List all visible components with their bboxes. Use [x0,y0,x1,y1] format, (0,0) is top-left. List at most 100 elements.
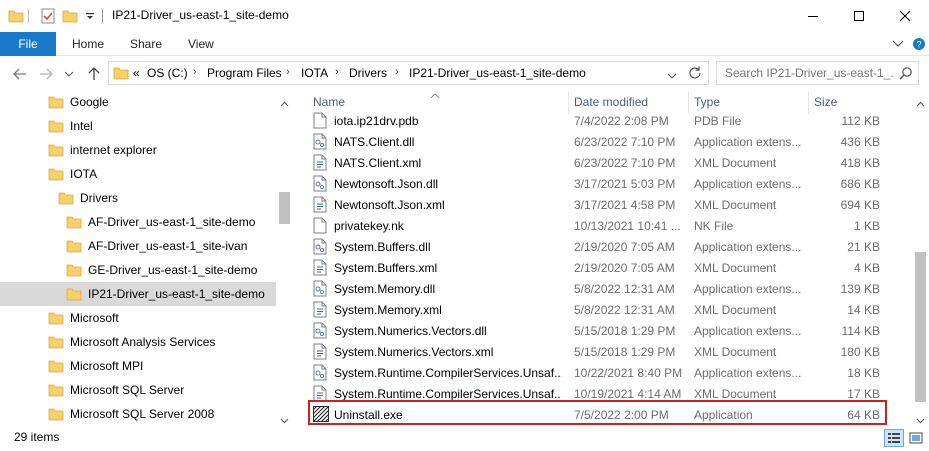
back-button[interactable] [10,64,30,84]
search-box[interactable] [716,61,919,85]
search-input[interactable] [725,65,895,81]
dll-icon [313,364,327,381]
details-view-icon [888,433,900,443]
properties-icon[interactable] [40,8,56,24]
folder-icon [48,334,64,353]
file-date-modified: 6/23/2022 7:10 PM [574,156,676,170]
large-icons-view-button[interactable] [906,429,926,447]
breadcrumb-separator-icon[interactable]: › [335,66,339,78]
nav-item[interactable]: Microsoft [0,306,276,330]
file-date-modified: 10/22/2021 8:40 PM [574,366,683,380]
nav-item[interactable]: internet explorer [0,138,276,162]
file-date-modified: 5/15/2018 1:29 PM [574,324,676,338]
nav-item[interactable]: Drivers [0,186,276,210]
file-row[interactable]: System.Buffers.dll 2/19/2020 7:05 AM Appli… [300,236,912,257]
new-folder-icon[interactable] [62,8,78,24]
nav-item[interactable]: IP21-Driver_us-east-1_site-demo [0,282,276,306]
file-row[interactable]: System.Numerics.Vectors.xml 5/15/2018 1:2… [300,341,912,362]
nav-item[interactable]: Microsoft SQL Server [0,378,276,402]
help-icon[interactable]: ? [911,36,927,52]
file-size: 418 KB [840,156,880,170]
file-type: Application extens... [694,240,802,254]
folder-icon[interactable] [8,8,24,24]
column-header-date[interactable]: Date modified [574,95,648,109]
nav-item[interactable]: AF-Driver_us-east-1_site-demo [0,210,276,234]
nav-item[interactable]: IOTA [0,162,276,186]
breadcrumb-os-c[interactable]: OS (C:) [147,66,188,80]
file-row[interactable]: System.Runtime.CompilerServices.Unsaf...… [300,362,912,383]
file-name: System.Numerics.Vectors.dll [334,324,487,338]
recent-locations-button[interactable] [62,64,76,84]
file-date-modified: 3/17/2021 4:58 PM [574,198,676,212]
details-view-button[interactable] [884,429,904,447]
chevron-down-icon [64,71,74,77]
file-row[interactable]: NATS.Client.dll 6/23/2022 7:10 PM Applicat… [300,131,912,152]
tab-file[interactable]: File [0,32,56,56]
maximize-button[interactable] [836,0,882,32]
breadcrumb-current-folder[interactable]: IP21-Driver_us-east-1_site-demo [409,66,586,80]
scroll-up-icon[interactable] [916,96,925,110]
file-type: XML Document [694,261,777,275]
nav-item[interactable]: Microsoft MPI [0,354,276,378]
column-header-name[interactable]: Name [313,95,345,109]
file-date-modified: 5/8/2022 12:31 AM [574,303,675,317]
breadcrumb-program-files[interactable]: Program Files [207,66,282,80]
nav-item[interactable]: Microsoft SQL Server 2008 [0,402,276,425]
nav-item[interactable]: Google [0,92,276,114]
file-row[interactable]: System.Memory.xml 5/8/2022 12:31 AM XML Do… [300,299,912,320]
scrollbar-thumb[interactable] [915,252,926,402]
forward-button[interactable] [36,64,56,84]
nav-item[interactable]: Intel [0,114,276,138]
file-row[interactable]: Newtonsoft.Json.xml 3/17/2021 4:58 PM XML … [300,194,912,215]
expand-ribbon-icon[interactable] [890,36,906,52]
file-list-scrollbar[interactable] [912,92,929,425]
breadcrumb-separator-icon[interactable]: › [286,66,290,78]
minimize-button[interactable] [790,0,836,32]
refresh-icon[interactable] [687,65,703,84]
file-type: XML Document [694,198,777,212]
breadcrumb-separator-icon[interactable]: › [395,66,399,78]
tab-share[interactable]: Share [130,32,162,56]
breadcrumb-separator-icon[interactable]: › [193,66,197,78]
status-bar: 29 items [0,425,929,451]
close-button[interactable] [882,0,928,32]
folder-icon [48,142,64,161]
folder-icon [48,358,64,377]
breadcrumb-drivers[interactable]: Drivers [349,66,387,80]
search-icon[interactable] [899,66,913,83]
file-row[interactable]: NATS.Client.xml 6/23/2022 7:10 PM XML Docu… [300,152,912,173]
nav-item-label: GE-Driver_us-east-1_site-demo [88,263,258,277]
file-size: 4 KB [853,261,880,275]
file-row[interactable]: System.Buffers.xml 2/19/2020 7:05 AM XML D… [300,257,912,278]
file-icon [313,217,327,234]
file-row[interactable]: iota.ip21drv.pdb 7/4/2022 2:08 PM PDB File… [300,110,912,131]
customize-toolbar-icon[interactable] [84,8,96,24]
minimize-icon [808,16,818,17]
breadcrumb-overflow[interactable]: « [133,66,140,80]
nav-item[interactable]: GE-Driver_us-east-1_site-demo [0,258,276,282]
column-header-size[interactable]: Size [814,95,837,109]
address-bar[interactable]: « OS (C:) › Program Files › IOTA › Drive… [108,61,709,85]
scrollbar-thumb[interactable] [279,192,290,224]
file-row[interactable]: System.Numerics.Vectors.dll 5/15/2018 1:2… [300,320,912,341]
scroll-up-icon[interactable] [280,96,289,110]
file-row[interactable]: Newtonsoft.Json.dll 3/17/2021 5:03 PM Appl… [300,173,912,194]
nav-item[interactable]: AF-Driver_us-east-1_site-ivan [0,234,276,258]
file-row[interactable]: privatekey.nk 10/13/2021 10:41 ... NK File… [300,215,912,236]
navigation-pane-scrollbar[interactable] [276,92,293,425]
column-header-type[interactable]: Type [694,95,720,109]
folder-icon [48,166,64,185]
large-icons-view-icon [909,432,923,444]
file-size: 139 KB [840,282,880,296]
tab-view[interactable]: View [188,32,214,56]
nav-item[interactable]: Microsoft Analysis Services [0,330,276,354]
file-size: 436 KB [840,135,880,149]
address-history-icon[interactable] [667,69,677,83]
file-row[interactable]: System.Memory.dll 5/8/2022 12:31 AM Applic… [300,278,912,299]
up-button[interactable] [84,64,104,84]
tab-home[interactable]: Home [72,32,104,56]
breadcrumb-iota[interactable]: IOTA [301,66,328,80]
file-size: 21 KB [847,240,880,254]
folder-icon [48,94,64,113]
nav-item-label: Google [70,95,109,109]
